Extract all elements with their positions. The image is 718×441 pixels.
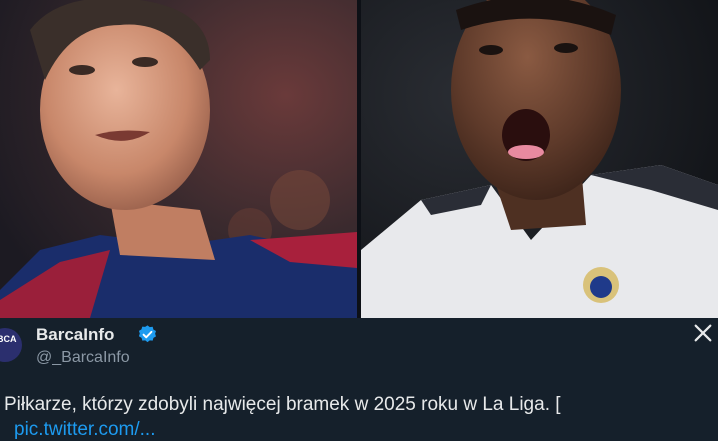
author-handle[interactable]: @_BarcaInfo (36, 349, 130, 367)
verified-badge-icon (138, 325, 156, 343)
tweet-link[interactable]: pic.twitter.com/... (14, 419, 155, 441)
left-player-image (0, 0, 357, 318)
author-name[interactable]: BarcaInfo (36, 325, 114, 345)
right-player-photo[interactable] (361, 0, 718, 318)
right-player-image (361, 0, 718, 318)
avatar[interactable]: BCA (0, 328, 22, 362)
tweet-card[interactable]: BCA BarcaInfo @_BarcaInfo Piłkarze, któr… (0, 318, 718, 440)
tweet-media[interactable] (0, 0, 718, 318)
left-player-photo[interactable] (0, 0, 357, 318)
tweet-text: Piłkarze, którzy zdobyli najwięcej brame… (4, 394, 561, 415)
x-logo-icon[interactable] (692, 322, 714, 344)
avatar-label: BCA (0, 334, 17, 344)
